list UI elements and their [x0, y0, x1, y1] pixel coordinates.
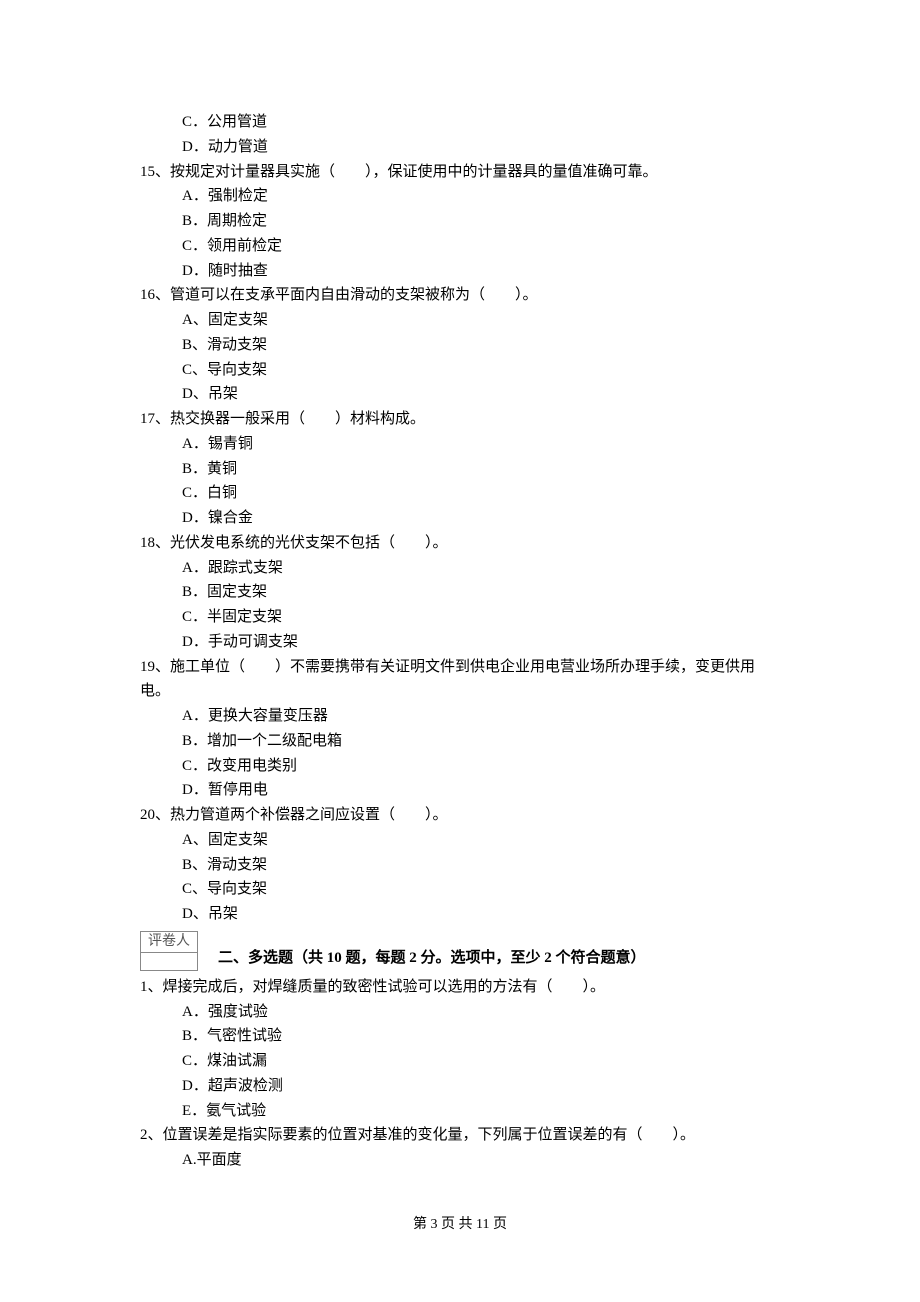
multi-question-2-text: 2、位置误差是指实际要素的位置对基准的变化量，下列属于位置误差的有（ ）。: [140, 1123, 780, 1148]
option-18-b: B．固定支架: [182, 580, 780, 605]
option-20-d: D、吊架: [182, 902, 780, 927]
question-17-text: 17、热交换器一般采用（ ）材料构成。: [140, 407, 780, 432]
option-16-b: B、滑动支架: [182, 333, 780, 358]
option-18-a: A．跟踪式支架: [182, 556, 780, 581]
question-19-text: 19、施工单位（ ）不需要携带有关证明文件到供电企业用电营业场所办理手续，变更供…: [140, 655, 780, 705]
question-15: 15、按规定对计量器具实施（ ），保证使用中的计量器具的量值准确可靠。 A．强制…: [140, 160, 780, 284]
option-m2-a: A.平面度: [182, 1148, 780, 1173]
option-15-c: C．领用前检定: [182, 234, 780, 259]
option-14-d: D．动力管道: [182, 135, 780, 160]
question-14-partial: C．公用管道 D．动力管道: [140, 110, 780, 160]
option-m1-b: B．气密性试验: [182, 1024, 780, 1049]
question-20: 20、热力管道两个补偿器之间应设置（ ）。 A、固定支架 B、滑动支架 C、导向…: [140, 803, 780, 927]
section-2-title: 二、多选题（共 10 题，每题 2 分。选项中，至少 2 个符合题意）: [218, 946, 646, 971]
option-15-a: A．强制检定: [182, 184, 780, 209]
page-footer: 第 3 页 共 11 页: [140, 1213, 780, 1236]
option-17-b: B．黄铜: [182, 457, 780, 482]
option-18-d: D．手动可调支架: [182, 630, 780, 655]
grader-label: 评卷人: [140, 931, 198, 953]
option-18-c: C．半固定支架: [182, 605, 780, 630]
question-18-text: 18、光伏发电系统的光伏支架不包括（ ）。: [140, 531, 780, 556]
option-m1-a: A．强度试验: [182, 1000, 780, 1025]
question-18: 18、光伏发电系统的光伏支架不包括（ ）。 A．跟踪式支架 B．固定支架 C．半…: [140, 531, 780, 655]
option-17-a: A．锡青铜: [182, 432, 780, 457]
multi-question-1-text: 1、焊接完成后，对焊缝质量的致密性试验可以选用的方法有（ ）。: [140, 975, 780, 1000]
grader-input: [140, 953, 198, 971]
option-20-c: C、导向支架: [182, 877, 780, 902]
question-17: 17、热交换器一般采用（ ）材料构成。 A．锡青铜 B．黄铜 C．白铜 D．镍合…: [140, 407, 780, 531]
option-m1-c: C．煤油试漏: [182, 1049, 780, 1074]
option-17-d: D．镍合金: [182, 506, 780, 531]
question-16-text: 16、管道可以在支承平面内自由滑动的支架被称为（ ）。: [140, 283, 780, 308]
question-19: 19、施工单位（ ）不需要携带有关证明文件到供电企业用电营业场所办理手续，变更供…: [140, 655, 780, 804]
question-16: 16、管道可以在支承平面内自由滑动的支架被称为（ ）。 A、固定支架 B、滑动支…: [140, 283, 780, 407]
option-17-c: C．白铜: [182, 481, 780, 506]
option-19-b: B．增加一个二级配电箱: [182, 729, 780, 754]
multi-question-2: 2、位置误差是指实际要素的位置对基准的变化量，下列属于位置误差的有（ ）。 A.…: [140, 1123, 780, 1173]
option-15-d: D．随时抽查: [182, 259, 780, 284]
option-19-d: D．暂停用电: [182, 778, 780, 803]
option-20-b: B、滑动支架: [182, 853, 780, 878]
option-m1-e: E．氨气试验: [182, 1099, 780, 1124]
option-16-a: A、固定支架: [182, 308, 780, 333]
section-2-header: 评卷人 二、多选题（共 10 题，每题 2 分。选项中，至少 2 个符合题意）: [140, 931, 780, 971]
option-m1-d: D．超声波检测: [182, 1074, 780, 1099]
option-20-a: A、固定支架: [182, 828, 780, 853]
option-16-c: C、导向支架: [182, 358, 780, 383]
option-19-c: C．改变用电类别: [182, 754, 780, 779]
multi-question-1: 1、焊接完成后，对焊缝质量的致密性试验可以选用的方法有（ ）。 A．强度试验 B…: [140, 975, 780, 1124]
question-15-text: 15、按规定对计量器具实施（ ），保证使用中的计量器具的量值准确可靠。: [140, 160, 780, 185]
option-14-c: C．公用管道: [182, 110, 780, 135]
option-16-d: D、吊架: [182, 382, 780, 407]
question-20-text: 20、热力管道两个补偿器之间应设置（ ）。: [140, 803, 780, 828]
option-15-b: B．周期检定: [182, 209, 780, 234]
option-19-a: A．更换大容量变压器: [182, 704, 780, 729]
grader-box: 评卷人: [140, 931, 198, 971]
